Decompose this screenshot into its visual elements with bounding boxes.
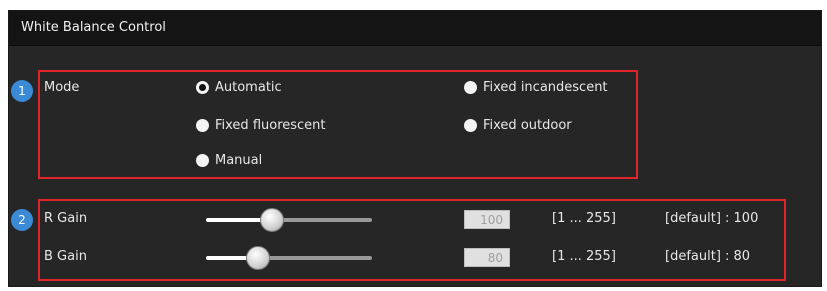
b-gain-slider-handle[interactable] [246, 246, 270, 270]
b-gain-label: B Gain [44, 249, 87, 264]
r-gain-value-input[interactable]: 100 [464, 210, 510, 229]
radio-unselected-icon [464, 119, 477, 132]
radio-manual[interactable]: Manual [196, 153, 262, 168]
white-balance-panel: White Balance Control 1 Mode Automatic F… [8, 10, 822, 287]
section-1-badge: 1 [11, 80, 33, 102]
section-2-badge: 2 [11, 209, 33, 231]
mode-label: Mode [44, 80, 80, 95]
r-gain-default: [default] : 100 [665, 211, 759, 226]
panel-title: White Balance Control [21, 20, 166, 35]
b-gain-range: [1 ... 255] [552, 249, 616, 264]
radio-automatic[interactable]: Automatic [196, 80, 282, 95]
r-gain-label: R Gain [44, 211, 88, 226]
radio-automatic-label: Automatic [215, 80, 282, 95]
radio-fixed-fluorescent-label: Fixed fluorescent [215, 118, 326, 133]
radio-fixed-fluorescent[interactable]: Fixed fluorescent [196, 118, 326, 133]
radio-fixed-outdoor[interactable]: Fixed outdoor [464, 118, 572, 133]
panel-titlebar: White Balance Control [9, 11, 821, 46]
page-frame: White Balance Control 1 Mode Automatic F… [0, 0, 827, 291]
r-gain-slider[interactable] [206, 208, 372, 232]
r-gain-slider-handle[interactable] [260, 208, 284, 232]
b-gain-value-input[interactable]: 80 [464, 248, 510, 267]
r-gain-range: [1 ... 255] [552, 211, 616, 226]
radio-unselected-icon [196, 154, 209, 167]
radio-unselected-icon [196, 119, 209, 132]
radio-unselected-icon [464, 81, 477, 94]
radio-fixed-incandescent-label: Fixed incandescent [483, 80, 608, 95]
radio-manual-label: Manual [215, 153, 263, 168]
b-gain-default: [default] : 80 [665, 249, 751, 264]
radio-selected-icon [196, 81, 209, 94]
b-gain-slider[interactable] [206, 246, 372, 270]
radio-fixed-incandescent[interactable]: Fixed incandescent [464, 80, 608, 95]
radio-fixed-outdoor-label: Fixed outdoor [483, 118, 572, 133]
